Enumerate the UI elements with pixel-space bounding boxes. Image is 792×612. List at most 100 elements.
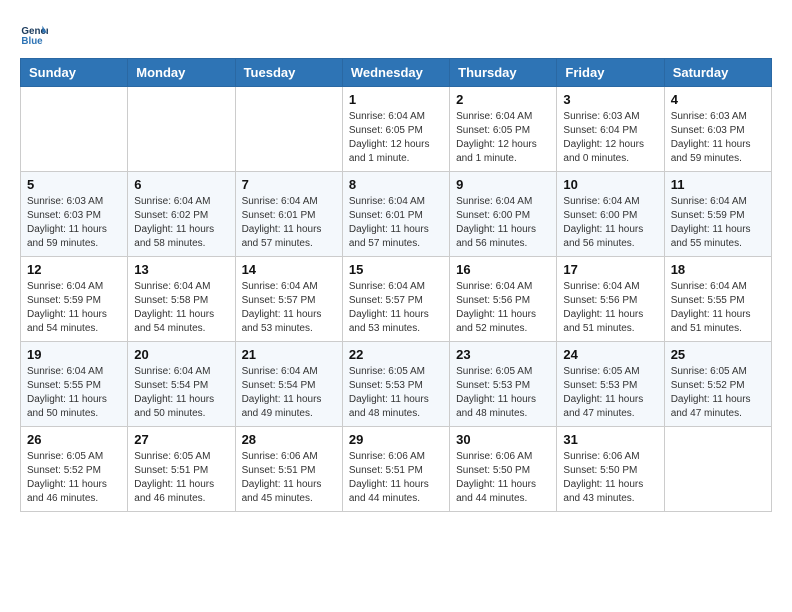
calendar-cell: 16 Sunrise: 6:04 AM Sunset: 5:56 PM Dayli…: [450, 257, 557, 342]
day-info: Sunrise: 6:03 AM Sunset: 6:03 PM Dayligh…: [671, 110, 765, 166]
calendar-cell: [664, 427, 771, 512]
day-number: 4: [671, 92, 765, 107]
day-info: Sunrise: 6:05 AM Sunset: 5:52 PM Dayligh…: [671, 365, 765, 421]
day-number: 27: [134, 432, 228, 447]
day-number: 26: [27, 432, 121, 447]
day-info: Sunrise: 6:04 AM Sunset: 6:00 PM Dayligh…: [456, 195, 550, 251]
day-number: 22: [349, 347, 443, 362]
svg-text:Blue: Blue: [21, 36, 43, 47]
calendar-cell: 27 Sunrise: 6:05 AM Sunset: 5:51 PM Dayli…: [128, 427, 235, 512]
day-number: 21: [242, 347, 336, 362]
calendar-cell: 29Sunrise: 6:06 AM Sunset: 5:51 PM Dayli…: [342, 427, 449, 512]
day-number: 18: [671, 262, 765, 277]
day-info: Sunrise: 6:04 AM Sunset: 5:55 PM Dayligh…: [671, 280, 765, 336]
calendar-cell: 18 Sunrise: 6:04 AM Sunset: 5:55 PM Dayli…: [664, 257, 771, 342]
day-number: 3: [563, 92, 657, 107]
calendar-cell: 24 Sunrise: 6:05 AM Sunset: 5:53 PM Dayli…: [557, 342, 664, 427]
calendar-week-row: 19 Sunrise: 6:04 AM Sunset: 5:55 PM Dayli…: [21, 342, 772, 427]
logo: General Blue: [20, 20, 52, 48]
page-header: General Blue: [20, 20, 772, 48]
day-info: Sunrise: 6:05 AM Sunset: 5:53 PM Dayligh…: [349, 365, 443, 421]
day-info: Sunrise: 6:04 AM Sunset: 6:05 PM Dayligh…: [456, 110, 550, 166]
day-number: 24: [563, 347, 657, 362]
calendar-cell: 9 Sunrise: 6:04 AM Sunset: 6:00 PM Daylig…: [450, 172, 557, 257]
column-header-friday: Friday: [557, 59, 664, 87]
day-number: 15: [349, 262, 443, 277]
calendar-cell: 14Sunrise: 6:04 AM Sunset: 5:57 PM Dayli…: [235, 257, 342, 342]
calendar-cell: 26Sunrise: 6:05 AM Sunset: 5:52 PM Dayli…: [21, 427, 128, 512]
day-info: Sunrise: 6:04 AM Sunset: 5:55 PM Dayligh…: [27, 365, 121, 421]
calendar-week-row: 1 Sunrise: 6:04 AM Sunset: 6:05 PM Daylig…: [21, 87, 772, 172]
calendar-cell: 21 Sunrise: 6:04 AM Sunset: 5:54 PM Dayli…: [235, 342, 342, 427]
day-info: Sunrise: 6:06 AM Sunset: 5:51 PM Dayligh…: [242, 450, 336, 506]
day-info: Sunrise: 6:04 AM Sunset: 5:57 PM Dayligh…: [349, 280, 443, 336]
calendar-cell: 12Sunrise: 6:04 AM Sunset: 5:59 PM Dayli…: [21, 257, 128, 342]
calendar-cell: 1 Sunrise: 6:04 AM Sunset: 6:05 PM Daylig…: [342, 87, 449, 172]
calendar-header-row: SundayMondayTuesdayWednesdayThursdayFrid…: [21, 59, 772, 87]
calendar-week-row: 12Sunrise: 6:04 AM Sunset: 5:59 PM Dayli…: [21, 257, 772, 342]
calendar-cell: 11Sunrise: 6:04 AM Sunset: 5:59 PM Dayli…: [664, 172, 771, 257]
calendar-cell: 10 Sunrise: 6:04 AM Sunset: 6:00 PM Dayli…: [557, 172, 664, 257]
calendar-cell: 15 Sunrise: 6:04 AM Sunset: 5:57 PM Dayli…: [342, 257, 449, 342]
column-header-sunday: Sunday: [21, 59, 128, 87]
calendar-cell: 5 Sunrise: 6:03 AM Sunset: 6:03 PM Daylig…: [21, 172, 128, 257]
column-header-wednesday: Wednesday: [342, 59, 449, 87]
day-number: 19: [27, 347, 121, 362]
calendar-table: SundayMondayTuesdayWednesdayThursdayFrid…: [20, 58, 772, 512]
day-info: Sunrise: 6:03 AM Sunset: 6:03 PM Dayligh…: [27, 195, 121, 251]
calendar-cell: 25Sunrise: 6:05 AM Sunset: 5:52 PM Dayli…: [664, 342, 771, 427]
day-number: 7: [242, 177, 336, 192]
calendar-cell: 6Sunrise: 6:04 AM Sunset: 6:02 PM Daylig…: [128, 172, 235, 257]
day-info: Sunrise: 6:04 AM Sunset: 5:54 PM Dayligh…: [134, 365, 228, 421]
day-info: Sunrise: 6:06 AM Sunset: 5:50 PM Dayligh…: [456, 450, 550, 506]
day-info: Sunrise: 6:03 AM Sunset: 6:04 PM Dayligh…: [563, 110, 657, 166]
day-number: 11: [671, 177, 765, 192]
day-number: 9: [456, 177, 550, 192]
day-info: Sunrise: 6:04 AM Sunset: 6:05 PM Dayligh…: [349, 110, 443, 166]
day-info: Sunrise: 6:05 AM Sunset: 5:53 PM Dayligh…: [563, 365, 657, 421]
day-number: 8: [349, 177, 443, 192]
day-number: 16: [456, 262, 550, 277]
day-info: Sunrise: 6:05 AM Sunset: 5:53 PM Dayligh…: [456, 365, 550, 421]
calendar-cell: 20 Sunrise: 6:04 AM Sunset: 5:54 PM Dayli…: [128, 342, 235, 427]
column-header-tuesday: Tuesday: [235, 59, 342, 87]
calendar-cell: 3 Sunrise: 6:03 AM Sunset: 6:04 PM Daylig…: [557, 87, 664, 172]
day-info: Sunrise: 6:05 AM Sunset: 5:51 PM Dayligh…: [134, 450, 228, 506]
calendar-week-row: 5 Sunrise: 6:03 AM Sunset: 6:03 PM Daylig…: [21, 172, 772, 257]
column-header-monday: Monday: [128, 59, 235, 87]
day-number: 12: [27, 262, 121, 277]
calendar-cell: 19 Sunrise: 6:04 AM Sunset: 5:55 PM Dayli…: [21, 342, 128, 427]
day-number: 1: [349, 92, 443, 107]
day-number: 31: [563, 432, 657, 447]
day-info: Sunrise: 6:06 AM Sunset: 5:50 PM Dayligh…: [563, 450, 657, 506]
day-number: 14: [242, 262, 336, 277]
day-info: Sunrise: 6:04 AM Sunset: 5:56 PM Dayligh…: [563, 280, 657, 336]
calendar-cell: [235, 87, 342, 172]
day-info: Sunrise: 6:04 AM Sunset: 5:56 PM Dayligh…: [456, 280, 550, 336]
day-number: 5: [27, 177, 121, 192]
calendar-cell: [21, 87, 128, 172]
calendar-cell: 23 Sunrise: 6:05 AM Sunset: 5:53 PM Dayli…: [450, 342, 557, 427]
column-header-thursday: Thursday: [450, 59, 557, 87]
logo-icon: General Blue: [20, 20, 48, 48]
day-number: 2: [456, 92, 550, 107]
calendar-cell: 7 Sunrise: 6:04 AM Sunset: 6:01 PM Daylig…: [235, 172, 342, 257]
calendar-cell: 31 Sunrise: 6:06 AM Sunset: 5:50 PM Dayli…: [557, 427, 664, 512]
calendar-cell: 4 Sunrise: 6:03 AM Sunset: 6:03 PM Daylig…: [664, 87, 771, 172]
calendar-cell: 28 Sunrise: 6:06 AM Sunset: 5:51 PM Dayli…: [235, 427, 342, 512]
day-number: 23: [456, 347, 550, 362]
day-number: 6: [134, 177, 228, 192]
day-number: 10: [563, 177, 657, 192]
day-number: 20: [134, 347, 228, 362]
day-info: Sunrise: 6:04 AM Sunset: 6:00 PM Dayligh…: [563, 195, 657, 251]
day-number: 29: [349, 432, 443, 447]
day-number: 17: [563, 262, 657, 277]
column-header-saturday: Saturday: [664, 59, 771, 87]
day-info: Sunrise: 6:04 AM Sunset: 5:54 PM Dayligh…: [242, 365, 336, 421]
day-info: Sunrise: 6:04 AM Sunset: 6:01 PM Dayligh…: [349, 195, 443, 251]
day-number: 28: [242, 432, 336, 447]
calendar-cell: [128, 87, 235, 172]
calendar-cell: 2 Sunrise: 6:04 AM Sunset: 6:05 PM Daylig…: [450, 87, 557, 172]
day-info: Sunrise: 6:04 AM Sunset: 6:01 PM Dayligh…: [242, 195, 336, 251]
calendar-cell: 13Sunrise: 6:04 AM Sunset: 5:58 PM Dayli…: [128, 257, 235, 342]
